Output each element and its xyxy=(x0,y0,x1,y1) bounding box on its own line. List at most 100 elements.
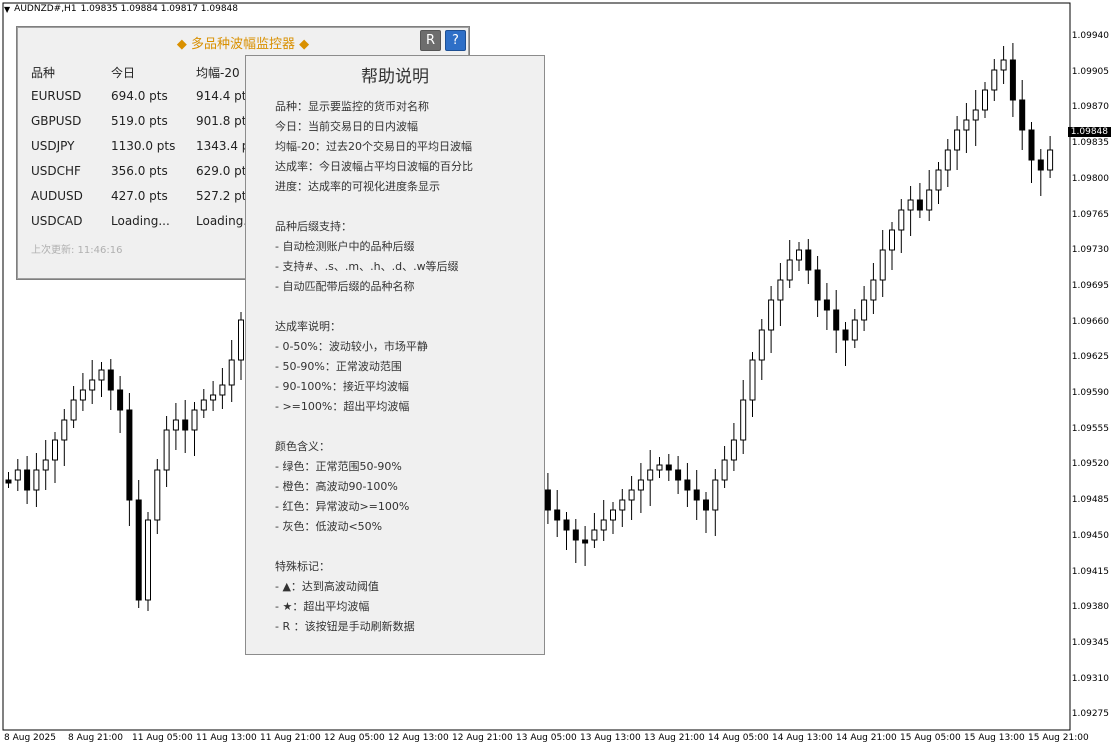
time-tick-label: 12 Aug 05:00 xyxy=(324,733,385,743)
candle-body xyxy=(991,69,998,91)
candle-body xyxy=(24,469,31,491)
time-tick-label: 14 Aug 13:00 xyxy=(772,733,833,743)
help-line: - >=100%：超出平均波幅 xyxy=(275,400,410,413)
time-tick-label: 11 Aug 21:00 xyxy=(260,733,321,743)
header-avg: 均幅-20 xyxy=(196,66,240,80)
candle-body xyxy=(117,389,124,411)
help-line: - R ：该按钮是手动刷新数据 xyxy=(275,620,415,633)
candle-body xyxy=(963,119,970,131)
price-tick-label: 1.09625 xyxy=(1071,352,1109,363)
cell-today: 356.0 pts xyxy=(111,164,168,178)
candle-body xyxy=(628,489,635,501)
candle-body xyxy=(582,539,589,544)
candle-body xyxy=(619,499,626,511)
candle-body xyxy=(693,489,700,501)
candle-body xyxy=(182,419,189,431)
time-tick-label: 12 Aug 21:00 xyxy=(452,733,513,743)
help-line: - ▲：达到高波动阈值 xyxy=(275,580,379,593)
price-tick-label: 1.09870 xyxy=(1071,102,1109,113)
candle-body xyxy=(200,399,207,411)
time-tick-label: 15 Aug 21:00 xyxy=(1028,733,1089,743)
candle-body xyxy=(805,249,812,271)
candle-body xyxy=(823,299,830,311)
price-tick-label: 1.09835 xyxy=(1071,138,1109,149)
time-tick-label: 15 Aug 13:00 xyxy=(964,733,1025,743)
candle-body xyxy=(172,419,179,431)
time-tick-label: 13 Aug 21:00 xyxy=(644,733,705,743)
candle-body xyxy=(79,389,86,401)
price-tick-label: 1.09275 xyxy=(1071,709,1109,720)
candle-body xyxy=(833,309,840,331)
candle-body xyxy=(563,519,570,531)
candle-body xyxy=(154,469,161,521)
candle-body xyxy=(796,249,802,261)
candle-body xyxy=(907,199,914,211)
candle-body xyxy=(52,439,58,461)
candle-body xyxy=(42,459,49,471)
help-line: 品种后缀支持： xyxy=(275,220,352,233)
candle-body xyxy=(684,479,691,491)
candle-body xyxy=(935,169,942,191)
candle-body xyxy=(656,464,663,471)
cell-today: 427.0 pts xyxy=(111,189,168,203)
help-button[interactable]: ? xyxy=(445,30,466,51)
refresh-button[interactable]: R xyxy=(420,30,441,51)
candle-body xyxy=(954,129,961,151)
symbol-label: AUDNZD#,H1 xyxy=(14,4,77,14)
candle-body xyxy=(107,369,114,391)
candle-body xyxy=(758,329,765,361)
candle-body xyxy=(98,369,105,381)
help-panel: 帮助说明 品种：显示要监控的货币对名称 今日：当前交易日的日内波幅 均幅-20：过去… xyxy=(245,55,545,655)
candle-body xyxy=(786,259,793,281)
candle-body xyxy=(926,189,933,211)
candle-body xyxy=(730,439,737,461)
candle-body xyxy=(191,409,198,431)
price-tick-label: 1.09765 xyxy=(1071,209,1109,220)
cell-symbol: EURUSD xyxy=(31,89,82,103)
monitor-title: ◆ 多品种波幅监控器 ◆ xyxy=(176,37,310,52)
candle-body xyxy=(600,519,607,531)
time-tick-label: 11 Aug 13:00 xyxy=(196,733,257,743)
help-line: 达成率：今日波幅占平均日波幅的百分比 xyxy=(275,160,473,173)
price-tick-label: 1.09800 xyxy=(1071,173,1109,184)
candle-body xyxy=(554,509,561,521)
help-line: 达成率说明： xyxy=(275,320,341,333)
dropdown-arrow-icon[interactable]: ▼ xyxy=(4,5,10,14)
candle-body xyxy=(637,479,644,491)
help-line: - 90-100%：接近平均波幅 xyxy=(275,380,409,393)
candle-body xyxy=(916,199,923,211)
candle-body xyxy=(870,279,877,301)
help-line: 颜色含义： xyxy=(275,440,330,453)
help-line: 进度：达成率的可视化进度条显示 xyxy=(275,180,440,193)
price-tick-label: 1.09380 xyxy=(1071,602,1109,613)
help-line: 特殊标记： xyxy=(275,560,330,573)
time-tick-label: 8 Aug 2025 xyxy=(4,733,56,743)
price-tick-label: 1.09485 xyxy=(1071,495,1109,506)
header-symbol: 品种 xyxy=(31,66,56,80)
candle-body xyxy=(842,329,849,341)
last-update: 上次更新: 11:46:16 xyxy=(31,245,123,256)
price-tick-label: 1.09590 xyxy=(1071,388,1109,398)
help-line: 均幅-20：过去20个交易日的平均日波幅 xyxy=(275,140,472,153)
candle-body xyxy=(61,419,68,441)
time-tick-label: 12 Aug 13:00 xyxy=(388,733,449,743)
candle-body xyxy=(898,209,905,231)
candle-body xyxy=(5,479,12,484)
cell-today: 1130.0 pts xyxy=(111,139,176,153)
help-line: - 自动匹配带后缀的品种名称 xyxy=(275,280,415,293)
candle-body xyxy=(572,529,579,541)
candle-body xyxy=(163,429,170,471)
cell-today: 694.0 pts xyxy=(111,89,168,103)
price-tick-label: 1.09310 xyxy=(1071,673,1109,684)
price-tick-label: 1.09730 xyxy=(1071,245,1109,256)
candle-body xyxy=(70,399,77,421)
help-title: 帮助说明 xyxy=(361,67,429,87)
price-tick-label: 1.09555 xyxy=(1071,423,1109,434)
price-tick-label: 1.09450 xyxy=(1071,530,1109,541)
price-tick-label: 1.09415 xyxy=(1071,566,1109,577)
price-tick-label: 1.09520 xyxy=(1071,459,1109,470)
candle-body xyxy=(145,519,151,601)
candle-body xyxy=(712,479,719,511)
help-line: - 50-90%：正常波动范围 xyxy=(275,360,402,373)
cell-today: 519.0 pts xyxy=(111,114,168,128)
